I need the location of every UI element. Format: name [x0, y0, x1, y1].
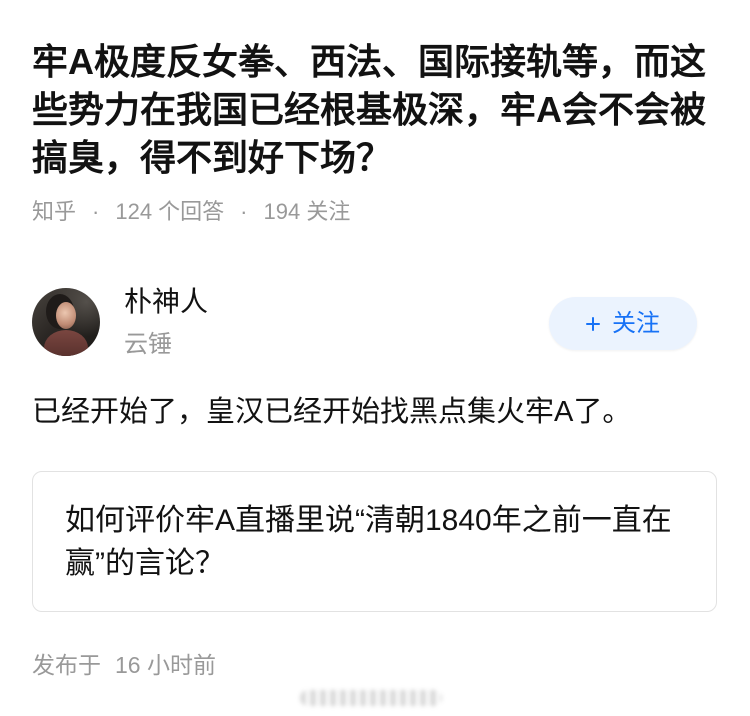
follower-count: 194 关注 — [263, 199, 351, 224]
watermark — [300, 690, 442, 706]
question-title[interactable]: 牢A极度反女拳、西法、国际接轨等，而这些势力在我国已经根基极深，牢A会不会被搞臭… — [32, 38, 722, 182]
linked-question-card[interactable]: 如何评价牢A直播里说“清朝1840年之前一直在赢”的言论？ — [32, 471, 717, 612]
answer-count[interactable]: 124 个回答 — [115, 197, 224, 227]
plus-icon — [586, 316, 600, 331]
meta-separator: · — [92, 199, 100, 224]
follow-button-label: 关注 — [612, 309, 660, 337]
publish-time: 16 小时前 — [115, 652, 216, 678]
meta-separator: · — [240, 199, 248, 224]
publish-label: 发布于 — [32, 652, 101, 678]
answer-text: 已经开始了，皇汉已经开始找黑点集火牢A了。 — [32, 396, 632, 428]
source-label[interactable]: 知乎 — [32, 197, 76, 227]
author-name[interactable]: 朴神人 — [124, 285, 208, 319]
author-headline: 云锤 — [124, 331, 172, 358]
question-meta: 知乎 · 124 个回答 · 194 关注 — [32, 197, 350, 227]
linked-question-title: 如何评价牢A直播里说“清朝1840年之前一直在赢”的言论？ — [65, 504, 672, 580]
author-avatar[interactable] — [32, 288, 100, 356]
publish-info: 发布于 16 小时前 — [32, 650, 216, 680]
follow-button[interactable]: 关注 — [549, 297, 697, 350]
